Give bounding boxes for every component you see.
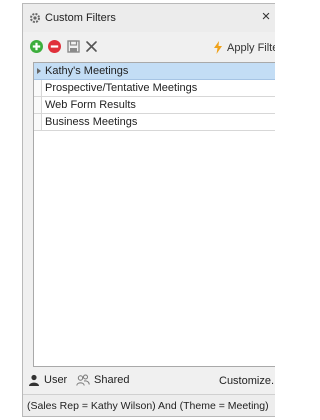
apply-filter-button[interactable]: Apply Filte [213, 41, 275, 54]
add-icon[interactable] [29, 39, 44, 54]
filter-name: Business Meetings [45, 116, 138, 128]
save-icon[interactable] [66, 39, 81, 54]
shared-tab[interactable]: Shared [76, 374, 129, 386]
filter-expression-bar: (Sales Rep = Kathy Wilson) And (Theme = … [23, 394, 275, 416]
list-item[interactable]: Prospective/Tentative Meetings [34, 80, 275, 97]
user-tab[interactable]: User [28, 374, 67, 386]
window-title: Custom Filters [45, 12, 116, 24]
filter-name: Prospective/Tentative Meetings [45, 82, 198, 94]
list-item[interactable]: Kathy's Meetings [34, 63, 275, 80]
user-icon [29, 374, 39, 386]
user-tab-label: User [44, 374, 68, 386]
filter-name: Web Form Results [45, 99, 136, 111]
apply-filter-label: Apply Filte [227, 41, 275, 54]
toolbar: Apply Filte [23, 36, 275, 60]
lightning-icon [214, 41, 222, 54]
list-item[interactable]: Business Meetings [34, 114, 275, 131]
filter-list[interactable]: Kathy's Meetings Prospective/Tentative M… [33, 62, 275, 367]
close-button[interactable]: × [257, 8, 275, 26]
bottom-bar: User Shared Customize... [23, 370, 275, 392]
row-header [34, 114, 42, 130]
row-indicator-icon [37, 68, 41, 74]
list-item[interactable]: Web Form Results [34, 97, 275, 114]
filter-name: Kathy's Meetings [45, 65, 129, 77]
row-header [34, 80, 42, 96]
shared-users-icon [76, 374, 90, 386]
delete-icon[interactable] [84, 39, 99, 54]
custom-filters-window: Custom Filters × Apply Filte Kathy's Mee… [22, 3, 275, 417]
filter-expression: (Sales Rep = Kathy Wilson) And (Theme = … [27, 400, 269, 412]
shared-tab-label: Shared [94, 374, 130, 386]
row-header [34, 97, 42, 113]
remove-icon[interactable] [47, 39, 62, 54]
customize-button[interactable]: Customize... [219, 375, 275, 387]
gear-icon [30, 13, 40, 23]
title-bar: Custom Filters × [23, 4, 275, 32]
